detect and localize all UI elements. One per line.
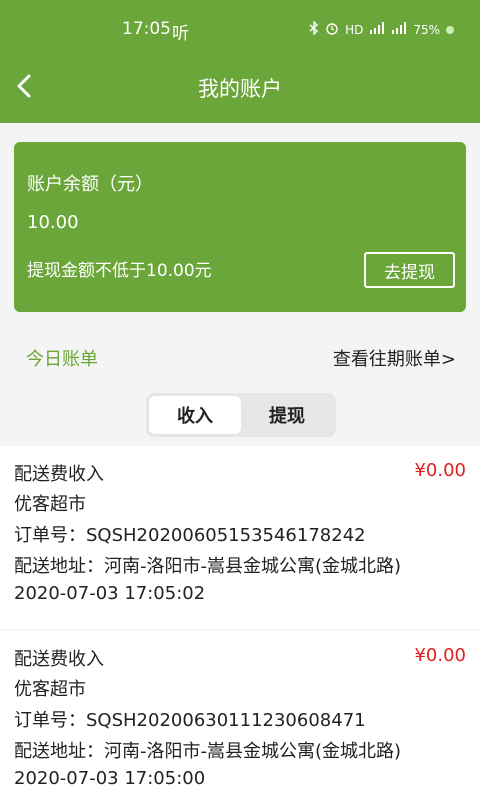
record-store: 优客超市 [14, 494, 86, 515]
alarm-icon [325, 21, 339, 38]
status-time: 17:05 [122, 19, 171, 39]
signal-icon-2 [391, 22, 407, 37]
signal-icon-1 [369, 22, 385, 37]
record-title: 配送费收入 [14, 649, 104, 670]
today-bill-label: 今日账单 [26, 349, 98, 370]
list-item[interactable]: 配送费收入 ¥0.00 优客超市 订单号：SQSH202006301112306… [0, 631, 480, 800]
balance-value: 10.00 [27, 212, 79, 233]
income-withdraw-tabs: 收入 提现 [146, 393, 336, 437]
status-icons: HD 75% [309, 20, 454, 38]
record-title: 配送费收入 [14, 464, 104, 485]
history-bill-link[interactable]: 查看往期账单> [333, 345, 456, 371]
status-bar: 17:05 听 HD 75% [0, 0, 480, 58]
account-card: 账户余额（元） 10.00 提现金额不低于10.00元 去提现 [14, 142, 466, 312]
list-item[interactable]: 配送费收入 ¥0.00 优客超市 订单号：SQSH202006051535461… [0, 446, 480, 629]
record-time: 2020-07-03 17:05:02 [14, 583, 206, 604]
balance-label: 账户余额（元） [27, 174, 153, 195]
withdraw-button[interactable]: 去提现 [364, 252, 455, 288]
record-address: 配送地址：河南-洛阳市-嵩县金城公寓(金城北路) [14, 556, 402, 577]
record-amount: ¥0.00 [414, 460, 466, 481]
page-title: 我的账户 [198, 77, 282, 101]
listen-icon: 听 [172, 24, 189, 44]
record-order: 订单号：SQSH2020060515354617824​2 [14, 525, 366, 546]
record-address: 配送地址：河南-洛阳市-嵩县金城公寓(金城北路) [14, 741, 402, 762]
min-withdraw-note: 提现金额不低于10.00元 [27, 261, 212, 281]
battery-level: 75% [413, 22, 440, 37]
bluetooth-icon [309, 20, 319, 38]
app-header: 17:05 听 HD 75% 我的账户 [0, 0, 480, 123]
record-store: 优客超市 [14, 679, 86, 700]
record-amount: ¥0.00 [414, 645, 466, 666]
record-order: 订单号：SQSH2020063011123060847​1 [14, 710, 366, 731]
record-time: 2020-07-03 17:05:00 [14, 768, 206, 789]
tab-withdraw[interactable]: 提现 [241, 396, 333, 434]
hd-label: HD [345, 22, 364, 37]
tab-income[interactable]: 收入 [149, 396, 241, 434]
battery-icon [446, 25, 454, 34]
